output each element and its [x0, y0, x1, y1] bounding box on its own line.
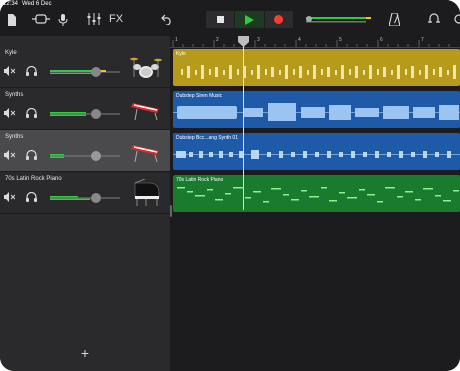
drum-kit-icon — [129, 51, 163, 83]
track-header[interactable]: Synths — [0, 88, 170, 130]
track-header-selected[interactable]: Synths — [0, 130, 170, 172]
play-button[interactable] — [235, 11, 265, 28]
track-name: Synths — [5, 92, 24, 98]
volume-slider[interactable] — [50, 109, 120, 119]
region-label: 70s Latin Rock Piano — [176, 177, 224, 183]
ruler-bar-number: 3 — [257, 37, 260, 43]
track-name: 70s Latin Rock Piano — [5, 176, 62, 182]
add-track-button[interactable]: + — [78, 346, 92, 360]
document-icon[interactable] — [6, 13, 17, 26]
ruler-bar-number: 1 — [175, 37, 178, 43]
plus-icon: + — [80, 345, 90, 361]
playhead[interactable] — [243, 36, 244, 210]
mute-icon[interactable] — [3, 107, 15, 119]
metronome-icon[interactable] — [388, 12, 400, 26]
grand-piano-icon — [129, 177, 163, 209]
stop-icon — [216, 16, 224, 23]
track-header[interactable]: 70s Latin Rock Piano — [0, 172, 170, 214]
timeline-ruler[interactable]: 1 2 3 4 5 6 7 — [170, 36, 460, 48]
track-header[interactable]: Kyle — [0, 46, 170, 88]
ruler-bar-number: 2 — [216, 37, 219, 43]
headphones-icon[interactable] — [25, 191, 37, 203]
tracks-area[interactable]: 1 2 3 4 5 6 7 Kyle Dubstep Siren Music D… — [170, 36, 460, 371]
headphones-icon[interactable] — [25, 107, 37, 119]
settings-icon[interactable] — [451, 12, 460, 26]
audio-region[interactable]: Kyle — [173, 49, 460, 86]
ruler-bar-number: 5 — [339, 37, 342, 43]
keyboard-icon — [129, 93, 163, 125]
undo-icon[interactable] — [160, 13, 174, 25]
vertical-scrollbar[interactable] — [170, 205, 172, 217]
transport-controls — [206, 11, 294, 28]
keyboard-icon — [129, 135, 163, 167]
ruler-bar-number: 7 — [421, 37, 424, 43]
mute-icon[interactable] — [3, 149, 15, 161]
audio-region[interactable]: Dubstep Siren Music — [173, 91, 460, 128]
mute-icon[interactable] — [3, 191, 15, 203]
region-label: Kyle — [176, 51, 186, 57]
region-label: Dubstep Bcc...ang Synth 01 — [176, 135, 238, 141]
control-bar: 12:34 Wed 6 Dec FX — [0, 0, 460, 36]
play-icon — [244, 14, 254, 25]
track-headers: Kyle Synths Synths 70s Latin Rock Piano … — [0, 36, 170, 371]
track-name: Synths — [5, 134, 24, 140]
track-lane[interactable]: 70s Latin Rock Piano — [170, 174, 460, 215]
track-lane[interactable]: Dubstep Siren Music — [170, 90, 460, 131]
ruler-bar-number: 6 — [380, 37, 383, 43]
headphones-icon[interactable] — [25, 149, 37, 161]
track-lane[interactable]: Kyle — [170, 48, 460, 89]
loop-icon[interactable] — [427, 12, 441, 26]
volume-slider[interactable] — [50, 151, 120, 161]
playhead-handle[interactable] — [238, 36, 249, 47]
stop-button[interactable] — [206, 11, 236, 28]
status-time: 12:34 — [3, 1, 19, 7]
track-lane[interactable]: Dubstep Bcc...ang Synth 01 — [170, 132, 460, 173]
garageband-window: 12:34 Wed 6 Dec FX Kyle Synths Synths 70… — [0, 0, 460, 371]
ruler-bar-number: 4 — [298, 37, 301, 43]
fx-button[interactable]: FX — [107, 12, 125, 26]
volume-slider[interactable] — [50, 193, 120, 203]
mute-icon[interactable] — [3, 65, 15, 77]
status-date: Wed 6 Dec — [22, 1, 52, 7]
microphone-icon[interactable] — [57, 13, 69, 26]
volume-slider[interactable] — [50, 67, 120, 77]
audio-region[interactable]: Dubstep Bcc...ang Synth 01 — [173, 133, 460, 170]
region-label: Dubstep Siren Music — [176, 93, 223, 99]
track-view-icon[interactable] — [32, 13, 50, 25]
record-button[interactable] — [264, 11, 294, 28]
waveform — [181, 65, 456, 79]
mixer-icon[interactable] — [87, 13, 101, 25]
master-volume-slider[interactable] — [306, 14, 374, 24]
track-name: Kyle — [5, 50, 17, 56]
headphones-icon[interactable] — [25, 65, 37, 77]
midi-region[interactable]: 70s Latin Rock Piano — [173, 175, 460, 212]
record-icon — [274, 15, 284, 24]
